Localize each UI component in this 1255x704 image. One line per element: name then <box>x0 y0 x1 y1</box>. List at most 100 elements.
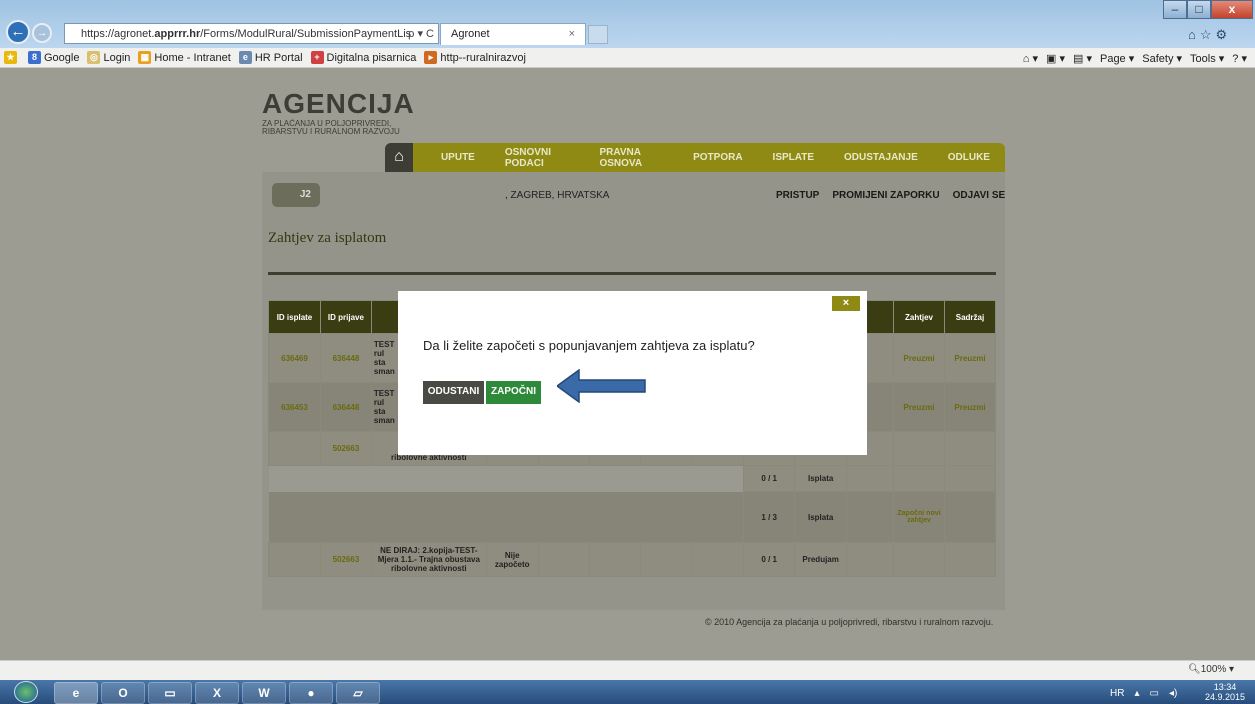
volume-icon[interactable]: ◂) <box>1169 688 1177 699</box>
table-row: 502663 NE DIRAJ: 2.kopija-TEST-Mjera 1.1… <box>268 542 997 577</box>
user-chip: J2 <box>272 183 320 207</box>
cross-icon: + <box>310 51 324 64</box>
url-domain: apprrr.hr <box>154 27 201 40</box>
home-cmd-icon[interactable]: ⌂ ▾ <box>1023 52 1038 65</box>
cell-id-prijave[interactable]: 502663 <box>319 431 372 466</box>
network-icon[interactable]: ▭ <box>1149 688 1158 699</box>
browser-tab[interactable]: Agronet × <box>440 23 586 45</box>
cell-id-isplate[interactable]: 636469 <box>268 333 321 383</box>
favorites-star-icon[interactable]: ★ <box>4 51 20 64</box>
start-button-confirm[interactable]: ZAPOČNI <box>486 381 541 404</box>
cell-sadrzaj-preuzmi[interactable]: Preuzmi <box>943 382 997 432</box>
cell-zahtjev-preuzmi[interactable]: Preuzmi <box>893 333 945 383</box>
menu-isplate[interactable]: ISPLATE <box>773 152 814 163</box>
col-zahtjev: Zahtjev <box>893 300 945 334</box>
account-links: PRISTUP PROMIJENI ZAPORKU ODJAVI SE <box>776 190 1005 201</box>
safety-menu[interactable]: Safety ▾ <box>1142 52 1182 65</box>
outlook-taskbar-icon[interactable]: O <box>101 682 145 704</box>
dialog-question: Da li želite započeti s popunjavanjem za… <box>423 338 755 353</box>
ie-page-icon: e <box>238 51 252 64</box>
print-cmd-icon[interactable]: ▤ ▾ <box>1073 52 1092 65</box>
close-icon[interactable]: × <box>832 296 860 311</box>
logo-title: AGENCIJA <box>262 88 415 119</box>
cell-sadrzaj-preuzmi[interactable]: Preuzmi <box>943 333 997 383</box>
col-sadrzaj: Sadržaj <box>943 300 997 334</box>
fav-digitalna-pisarnica[interactable]: + Digitalna pisarnica <box>310 51 416 64</box>
link-pristup[interactable]: PRISTUP <box>776 190 819 201</box>
cell-count: 0 / 1 <box>743 465 796 492</box>
footer-copyright: © 2010 Agencija za plaćanja u poljoprivr… <box>705 617 994 627</box>
fav-home-intranet[interactable]: ▦ Home - Intranet <box>138 51 231 64</box>
login-icon: ◎ <box>87 51 101 64</box>
explorer-taskbar-icon[interactable]: ▭ <box>148 682 192 704</box>
menu-upute[interactable]: UPUTE <box>441 152 475 163</box>
menu-potpora[interactable]: POTPORA <box>693 152 742 163</box>
cell-name: NE DIRAJ: 2.kopija-TEST-Mjera 1.1.- Traj… <box>370 542 487 577</box>
logo-line-2: RIBARSTVU I RURALNOM RAZVOJU <box>262 127 400 136</box>
feeds-cmd-icon[interactable]: ▣ ▾ <box>1046 52 1065 65</box>
cell-id-prijave[interactable]: 636448 <box>319 333 372 383</box>
arrow-annotation-icon <box>557 369 646 403</box>
url-rest: /Forms/ModulRural/SubmissionPaymentLis <box>200 27 412 40</box>
cell-id-prijave[interactable]: 502663 <box>319 542 372 577</box>
fav-google[interactable]: 8 Google <box>28 51 79 64</box>
cell-zahtjev-preuzmi[interactable]: Preuzmi <box>893 382 945 432</box>
cell-status: Nije započeto <box>485 542 539 577</box>
agency-logo[interactable]: AGENCIJA ZA PLAĆANJA U POLJOPRIVREDI, RI… <box>262 88 462 148</box>
cell-id-prijave[interactable]: 636448 <box>319 382 372 432</box>
minimize-button[interactable]: – <box>1163 0 1187 19</box>
maximize-button[interactable]: □ <box>1187 0 1211 19</box>
clock[interactable]: 13:34 24.9.2015 <box>1205 682 1245 702</box>
page-menu[interactable]: Page ▾ <box>1100 52 1134 65</box>
user-address: , ZAGREB, HRVATSKA <box>505 190 610 201</box>
browser-statusbar <box>0 660 1255 680</box>
nav-buttons: ← → <box>6 20 66 46</box>
ie-taskbar-icon[interactable]: e <box>54 682 98 704</box>
notes-taskbar-icon[interactable]: ▱ <box>336 682 380 704</box>
cell-count: 1 / 3 <box>743 491 796 543</box>
cell-type: Isplata <box>794 491 848 543</box>
tray-arrow-icon[interactable]: ▴ <box>1134 688 1139 699</box>
help-icon[interactable]: ? ▾ <box>1232 52 1247 65</box>
cell-zapocni-novi-zahtjev[interactable]: Započni novi zahtjev <box>893 491 945 543</box>
back-button[interactable]: ← <box>6 20 30 44</box>
tab-title: Agronet <box>451 28 490 40</box>
link-promijeni-zaporku[interactable]: PROMIJENI ZAPORKU <box>832 190 939 201</box>
main-menu: ⌂ UPUTE OSNOVNI PODACI PRAVNA OSNOVA POT… <box>385 143 1005 172</box>
menu-odustajanje[interactable]: ODUSTAJANJE <box>844 152 918 163</box>
chrome-taskbar-icon[interactable]: ● <box>289 682 333 704</box>
link-odjavi-se[interactable]: ODJAVI SE <box>953 190 1006 201</box>
start-button[interactable] <box>14 681 38 703</box>
menu-osnovni-podaci[interactable]: OSNOVNI PODACI <box>505 147 570 169</box>
address-controls[interactable]: ρ ▾ C <box>408 27 434 40</box>
excel-taskbar-icon[interactable]: X <box>195 682 239 704</box>
table-row: 1 / 3 Isplata Započni novi zahtjev <box>268 491 997 543</box>
close-button[interactable]: x <box>1211 0 1253 19</box>
cell-id-isplate[interactable]: 636453 <box>268 382 321 432</box>
browser-toolbar-icons[interactable]: ⌂☆⚙ <box>1188 27 1250 43</box>
fav-ruralnirazvoj[interactable]: ▸ http--ruralnirazvoj <box>424 51 526 64</box>
col-id-prijave: ID prijave <box>319 300 372 334</box>
menu-odluke[interactable]: ODLUKE <box>948 152 990 163</box>
new-tab-button[interactable] <box>588 25 608 44</box>
clock-date: 24.9.2015 <box>1205 692 1246 702</box>
tools-menu[interactable]: Tools ▾ <box>1190 52 1224 65</box>
address-bar[interactable]: https://agronet. apprrr.hr/Forms/ModulRur… <box>64 23 439 44</box>
language-indicator[interactable]: HR <box>1110 688 1124 699</box>
home-icon[interactable]: ⌂ <box>385 143 413 172</box>
forward-button[interactable]: → <box>32 23 52 43</box>
zoom-level[interactable]: 🔍︎100% ▾ <box>1188 664 1234 675</box>
clock-time: 13:34 <box>1213 682 1237 692</box>
intranet-icon: ▦ <box>138 51 152 64</box>
cancel-button[interactable]: ODUSTANI <box>423 381 484 404</box>
google-icon: 8 <box>28 51 41 64</box>
cell-type: Isplata <box>794 465 848 492</box>
fav-login[interactable]: ◎ Login <box>87 51 130 64</box>
word-taskbar-icon[interactable]: W <box>242 682 286 704</box>
feed-icon: ▸ <box>424 51 438 64</box>
tab-close-icon[interactable]: × <box>569 28 575 40</box>
col-id-isplate: ID isplate <box>268 300 321 334</box>
fav-hr-portal[interactable]: e HR Portal <box>238 51 303 64</box>
menu-pravna-osnova[interactable]: PRAVNA OSNOVA <box>599 147 663 169</box>
cell-count: 0 / 1 <box>743 542 796 577</box>
